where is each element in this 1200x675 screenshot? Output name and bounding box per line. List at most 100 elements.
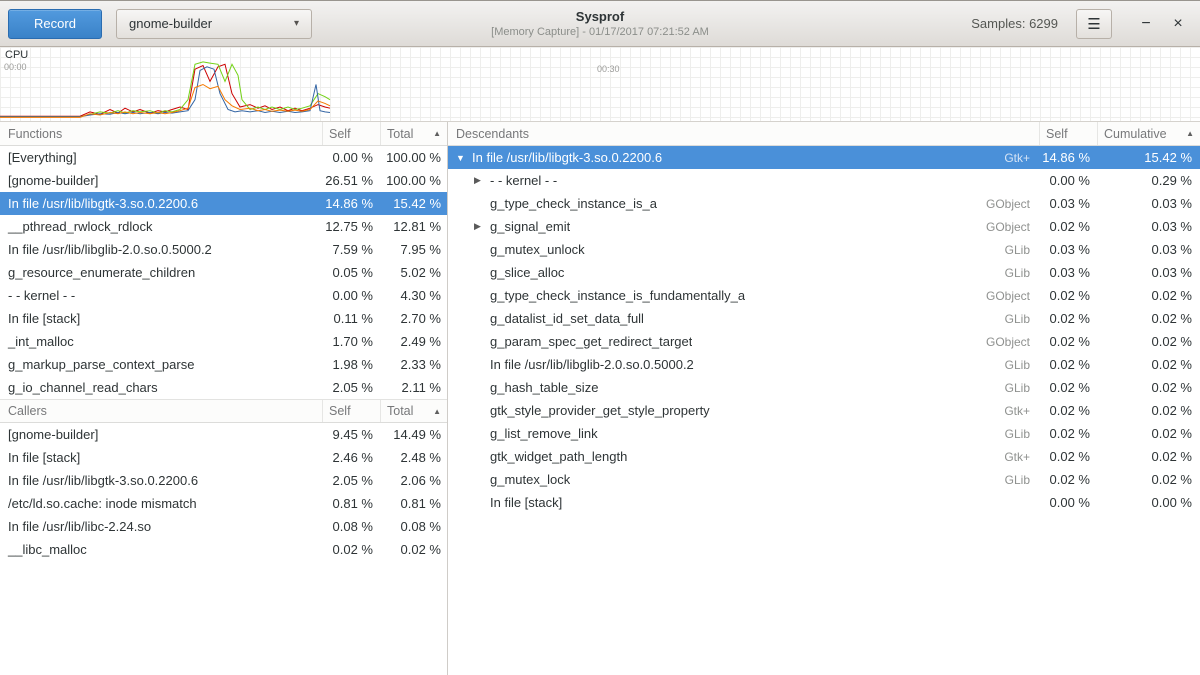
table-row[interactable]: In file /usr/lib/libc-2.24.so0.08 %0.08 …	[0, 515, 447, 538]
function-name: g_resource_enumerate_children	[0, 265, 323, 280]
library-badge: GLib	[1005, 243, 1030, 257]
sort-indicator-icon: ▲	[433, 129, 441, 138]
time-tick-mid: 00:30	[597, 64, 620, 74]
self-value: 0.02 %	[1040, 288, 1098, 303]
tree-row[interactable]: gtk_widget_path_lengthGtk+0.02 %0.02 %	[448, 445, 1200, 468]
library-badge: GLib	[1005, 358, 1030, 372]
total-value: 5.02 %	[381, 265, 447, 280]
total-value: 100.00 %	[381, 150, 447, 165]
self-value: 9.45 %	[323, 427, 381, 442]
menu-button[interactable]: ☰	[1076, 9, 1112, 39]
tree-row[interactable]: g_list_remove_linkGLib0.02 %0.02 %	[448, 422, 1200, 445]
function-name: In file /usr/lib/libgtk-3.so.0.2200.6	[472, 150, 662, 165]
table-row[interactable]: In file [stack]2.46 %2.48 %	[0, 446, 447, 469]
total-value: 12.81 %	[381, 219, 447, 234]
table-row[interactable]: In file /usr/lib/libgtk-3.so.0.2200.62.0…	[0, 469, 447, 492]
tree-row[interactable]: In file /usr/lib/libglib-2.0.so.0.5000.2…	[448, 353, 1200, 376]
self-value: 0.02 %	[1040, 426, 1098, 441]
cpu-graph-label: CPU	[5, 49, 28, 61]
column-header-total[interactable]: Total ▲	[381, 122, 447, 145]
function-name: g_type_check_instance_is_a	[490, 196, 657, 211]
sort-indicator-icon: ▲	[1186, 129, 1194, 138]
tree-row[interactable]: gtk_style_provider_get_style_propertyGtk…	[448, 399, 1200, 422]
column-header-functions[interactable]: Functions	[0, 122, 323, 145]
descendant-cell: g_type_check_instance_is_fundamentally_a…	[448, 288, 1040, 303]
table-row[interactable]: In file /usr/lib/libgtk-3.so.0.2200.614.…	[0, 192, 447, 215]
table-row[interactable]: In file [stack]0.11 %2.70 %	[0, 307, 447, 330]
minimize-button[interactable]: −	[1132, 10, 1160, 38]
tree-row[interactable]: g_type_check_instance_is_fundamentally_a…	[448, 284, 1200, 307]
column-header-total[interactable]: Total ▲	[381, 400, 447, 422]
page-title: Sysprof	[491, 9, 709, 24]
column-header-callers[interactable]: Callers	[0, 400, 323, 422]
tree-row[interactable]: ▶g_signal_emitGObject0.02 %0.03 %	[448, 215, 1200, 238]
cumulative-value: 0.02 %	[1098, 472, 1200, 487]
column-header-self[interactable]: Self	[323, 122, 381, 145]
self-value: 12.75 %	[323, 219, 381, 234]
library-badge: Gtk+	[1004, 151, 1030, 165]
table-row[interactable]: __pthread_rwlock_rdlock12.75 %12.81 %	[0, 215, 447, 238]
expander-icon[interactable]: ▶	[474, 175, 490, 186]
record-button[interactable]: Record	[8, 9, 102, 39]
tree-row[interactable]: g_type_check_instance_is_aGObject0.03 %0…	[448, 192, 1200, 215]
library-badge: GLib	[1005, 473, 1030, 487]
table-row[interactable]: - - kernel - -0.00 %4.30 %	[0, 284, 447, 307]
descendants-table-body: ▼In file /usr/lib/libgtk-3.so.0.2200.6 Gt…	[448, 146, 1200, 514]
callgraph-area: Functions Self Total ▲ [Everything]0.00 …	[0, 122, 1200, 675]
cumulative-value: 0.02 %	[1098, 449, 1200, 464]
table-row[interactable]: [gnome-builder]26.51 %100.00 %	[0, 169, 447, 192]
tree-row[interactable]: ▼In file /usr/lib/libgtk-3.so.0.2200.6 Gt…	[448, 146, 1200, 169]
library-badge: GObject	[986, 289, 1030, 303]
tree-row[interactable]: g_mutex_unlockGLib0.03 %0.03 %	[448, 238, 1200, 261]
process-selector-dropdown[interactable]: gnome-builder ▾	[116, 9, 312, 39]
descendant-cell: In file [stack]	[448, 495, 1040, 510]
function-name: g_param_spec_get_redirect_target	[490, 334, 692, 349]
library-badge: GObject	[986, 335, 1030, 349]
table-row[interactable]: __libc_malloc0.02 %0.02 %	[0, 538, 447, 561]
close-button[interactable]: ×	[1164, 10, 1192, 38]
column-header-descendants[interactable]: Descendants	[448, 122, 1040, 145]
function-name: __pthread_rwlock_rdlock	[0, 219, 323, 234]
library-badge: GLib	[1005, 381, 1030, 395]
descendant-cell: g_param_spec_get_redirect_target GObject	[448, 334, 1040, 349]
tree-row[interactable]: g_mutex_lock GLib 0.02 %0.02 %	[448, 468, 1200, 491]
table-row[interactable]: g_markup_parse_context_parse1.98 %2.33 %	[0, 353, 447, 376]
column-header-total-label: Total	[387, 127, 413, 141]
tree-row[interactable]: g_datalist_id_set_data_fullGLib0.02 %0.0…	[448, 307, 1200, 330]
library-badge: GLib	[1005, 427, 1030, 441]
expander-icon[interactable]: ▶	[474, 221, 490, 232]
function-name: g_mutex_lock	[490, 472, 570, 487]
cumulative-value: 0.29 %	[1098, 173, 1200, 188]
tree-row[interactable]: g_slice_allocGLib0.03 %0.03 %	[448, 261, 1200, 284]
function-name: - - kernel - -	[490, 173, 557, 188]
self-value: 0.02 %	[1040, 311, 1098, 326]
descendant-cell: gtk_widget_path_lengthGtk+	[448, 449, 1040, 464]
cpu-graph[interactable]: CPU 00:00 00:30	[0, 47, 1200, 122]
expander-icon[interactable]: ▼	[456, 153, 472, 163]
column-header-cumulative[interactable]: Cumulative ▲	[1098, 122, 1200, 145]
column-header-self[interactable]: Self	[323, 400, 381, 422]
table-row[interactable]: _int_malloc1.70 %2.49 %	[0, 330, 447, 353]
function-name: g_signal_emit	[490, 219, 570, 234]
cumulative-value: 0.02 %	[1098, 426, 1200, 441]
table-row[interactable]: [gnome-builder]9.45 %14.49 %	[0, 423, 447, 446]
column-header-self[interactable]: Self	[1040, 122, 1098, 145]
tree-row[interactable]: g_param_spec_get_redirect_target GObject 0…	[448, 330, 1200, 353]
tree-row[interactable]: In file [stack]0.00 %0.00 %	[448, 491, 1200, 514]
table-row[interactable]: /etc/ld.so.cache: inode mismatch0.81 %0.…	[0, 492, 447, 515]
table-row[interactable]: In file /usr/lib/libglib-2.0.so.0.5000.2…	[0, 238, 447, 261]
self-value: 14.86 %	[1040, 150, 1098, 165]
self-value: 0.00 %	[1040, 173, 1098, 188]
descendant-cell: g_mutex_unlockGLib	[448, 242, 1040, 257]
tree-row[interactable]: g_hash_table_sizeGLib0.02 %0.02 %	[448, 376, 1200, 399]
self-value: 0.02 %	[1040, 472, 1098, 487]
descendant-cell: g_list_remove_linkGLib	[448, 426, 1040, 441]
table-row[interactable]: [Everything]0.00 %100.00 %	[0, 146, 447, 169]
function-name: gtk_widget_path_length	[490, 449, 627, 464]
header-bar: Record gnome-builder ▾ Sysprof [Memory C…	[0, 1, 1200, 47]
cumulative-value: 0.02 %	[1098, 334, 1200, 349]
tree-row[interactable]: ▶- - kernel - - 0.00 %0.29 %	[448, 169, 1200, 192]
table-row[interactable]: g_resource_enumerate_children0.05 %5.02 …	[0, 261, 447, 284]
table-row[interactable]: g_io_channel_read_chars2.05 %2.11 %	[0, 376, 447, 399]
function-name: In file [stack]	[490, 495, 562, 510]
